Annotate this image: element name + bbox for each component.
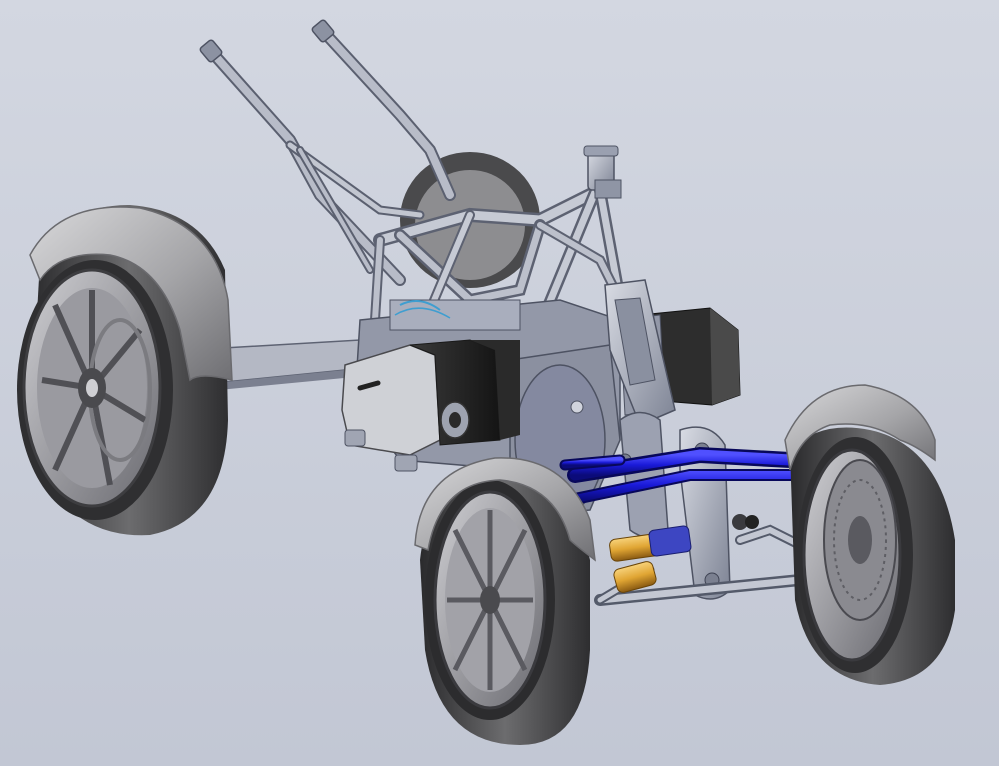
engine-cover-bolt xyxy=(570,400,584,414)
left-cylinder-head[interactable] xyxy=(341,339,520,456)
brake-disc xyxy=(823,459,897,621)
trike-3d-model[interactable] xyxy=(0,0,999,766)
cad-viewport[interactable] xyxy=(0,0,999,766)
